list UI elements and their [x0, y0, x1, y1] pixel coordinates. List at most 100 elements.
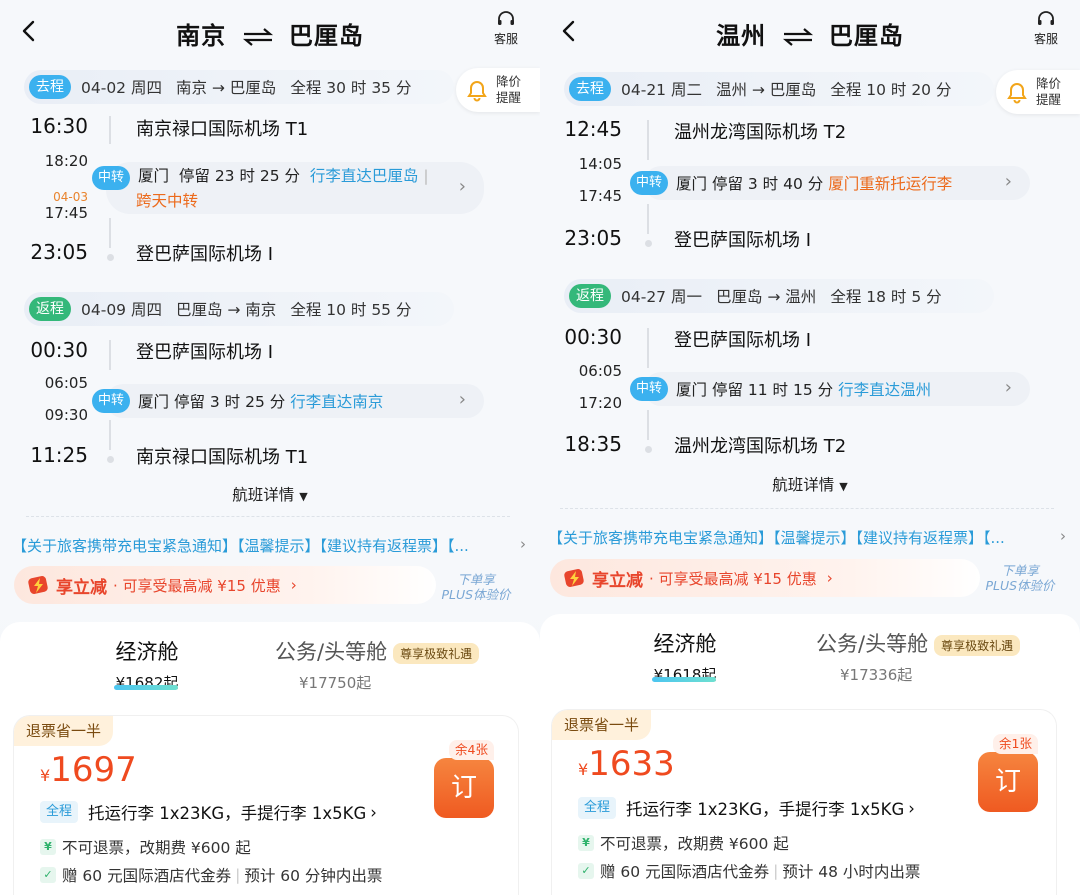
outbound-transfer-row[interactable]: 中转 厦门 停留 23 时 25 分 行李直达巴厘岛 | 跨天中转 ›: [92, 162, 484, 214]
round-trip-arrows-icon: [242, 28, 273, 46]
transfer-note: 厦门重新托运行李: [828, 175, 953, 193]
return-duration: 全程 18 时 5 分: [830, 288, 942, 306]
rule-text: 赠 60 元国际酒店代金券: [600, 863, 770, 881]
book-area: 订 余1张: [978, 734, 1038, 824]
transfer-stay: 停留 3 时 25 分: [173, 393, 286, 411]
yen-icon: ¥: [40, 839, 56, 855]
promo-desc: · 可享受最高减 ¥15 优惠: [649, 569, 817, 588]
luggage-info[interactable]: 全程 托运行李 1x23KG，手提行李 1x5KG ›: [40, 800, 377, 824]
cabin-business-tab[interactable]: 公务/头等舱 尊享极致礼遇 ¥17336起: [816, 628, 1056, 685]
chevron-right-icon: ›: [520, 535, 526, 553]
title-to: 巴厘岛: [828, 22, 904, 50]
route-title: 南京 巴厘岛: [0, 16, 540, 51]
customer-service-button[interactable]: 客服: [1028, 10, 1064, 47]
timeline-dot: [645, 240, 652, 247]
details-label: 航班详情: [232, 486, 295, 504]
outbound-transfer-row[interactable]: 中转 厦门 停留 3 时 40 分 厦门重新托运行李 ›: [630, 166, 1030, 200]
outbound-dep-time: 16:30: [30, 114, 88, 138]
return-tag: 返程: [569, 284, 611, 308]
price-alert-label: 降价 提醒: [496, 74, 522, 105]
active-tab-underline: [652, 677, 716, 682]
plus-price-label: 下单享 PLUS体验价: [985, 563, 1055, 593]
notice-banner[interactable]: 【关于旅客携带充电宝紧急通知】【温馨提示】【建议持有返程票】【... ›: [12, 535, 526, 556]
bell-icon: [467, 81, 487, 102]
discount-bolt-icon: [564, 569, 584, 587]
cabin-name: 经济舱: [115, 640, 179, 664]
outbound-arr-time: 23:05: [30, 240, 88, 264]
transfer-tag: 中转: [92, 165, 131, 190]
itinerary-panel-wenzhou: 温州 巴厘岛 客服 去程 04-21 周二 温州 → 巴厘岛 全程 10 时 2…: [540, 0, 1080, 895]
return-arr-time: 18:35: [564, 432, 622, 456]
flight-details-toggle[interactable]: 航班详情 ▼: [0, 483, 540, 505]
cabin-price: ¥17336起: [840, 666, 913, 684]
notice-banner[interactable]: 【关于旅客携带充电宝紧急通知】【温馨提示】【建议持有返程票】【... ›: [548, 527, 1066, 548]
fare-price: ¥1633: [578, 744, 675, 784]
header: 南京 巴厘岛 客服: [0, 0, 540, 64]
book-button[interactable]: 订: [978, 752, 1038, 812]
luggage-info[interactable]: 全程 托运行李 1x23KG，手提行李 1x5KG ›: [578, 796, 915, 820]
promo-title: 享立减: [592, 570, 643, 591]
book-area: 订 余4张: [434, 740, 494, 830]
timeline: [647, 204, 649, 234]
return-transfer-row[interactable]: 中转 厦门 停留 11 时 15 分 行李直达温州 ›: [630, 372, 1030, 406]
outbound-arr1-time: 14:05: [578, 155, 622, 173]
transfer-city: 厦门: [676, 381, 708, 399]
title-from: 南京: [176, 22, 227, 50]
rule-text: 不可退票，改期费 ¥600 起: [600, 835, 789, 853]
return-dep-time: 00:30: [564, 325, 622, 349]
title-from: 温州: [716, 22, 767, 50]
promo-banner[interactable]: 享立减 · 可享受最高减 ¥15 优惠 ›: [550, 559, 980, 597]
promo-banner[interactable]: 享立减 · 可享受最高减 ¥15 优惠 ›: [14, 566, 436, 604]
remaining-seats: 余4张: [449, 740, 494, 760]
refund-tag: 退票省一半: [552, 710, 652, 740]
outbound-dep-airport: 南京禄口国际机场 T1: [136, 119, 309, 140]
vip-badge: 尊享极致礼遇: [934, 634, 1021, 656]
return-leg-bar: 返程 04-09 周四 巴厘岛 → 南京 全程 10 时 55 分: [24, 292, 454, 326]
luggage-tag: 全程: [578, 797, 617, 819]
price-alert-button[interactable]: 降价 提醒: [456, 68, 540, 112]
outbound-leg-bar: 去程 04-02 周四 南京 → 巴厘岛 全程 30 时 35 分: [24, 70, 454, 104]
transfer-stay: 停留 3 时 40 分: [711, 175, 824, 193]
vip-badge: 尊享极致礼遇: [393, 642, 480, 664]
outbound-duration: 全程 30 时 35 分: [290, 79, 412, 97]
transfer-note: 行李直达温州: [838, 381, 932, 399]
luggage-tag: 全程: [40, 801, 79, 823]
cabin-business-tab[interactable]: 公务/头等舱 尊享极致礼遇 ¥17750起: [275, 636, 505, 693]
rule-text: 不可退票，改期费 ¥600 起: [62, 839, 251, 857]
ticketing-time: 预计 48 小时内出票: [782, 863, 921, 881]
return-arr-time: 11:25: [30, 443, 88, 467]
book-button[interactable]: 订: [434, 758, 494, 818]
return-arr-airport: 南京禄口国际机场 T1: [136, 447, 309, 468]
price-alert-button[interactable]: 降价 提醒: [996, 70, 1080, 114]
refund-tag: 退票省一半: [14, 716, 114, 746]
details-label: 航班详情: [772, 476, 835, 494]
transfer-note: 行李直达巴厘岛: [309, 166, 419, 185]
refund-rule: ¥ 不可退票，改期费 ¥600 起: [40, 836, 251, 858]
luggage-text: 托运行李 1x23KG，手提行李 1x5KG: [626, 800, 905, 819]
voucher-rule: ✓ 赠 60 元国际酒店代金券 | 预计 60 分钟内出票: [40, 864, 382, 886]
cabin-price: ¥17750起: [299, 674, 372, 692]
fare-option: 退票省一半 ¥1697 订 余4张 全程 托运行李 1x23KG，手提行李 1x5…: [14, 716, 518, 895]
promo-desc: · 可享受最高减 ¥15 优惠: [113, 576, 281, 595]
transfer-tag: 中转: [630, 171, 669, 195]
title-to: 巴厘岛: [288, 22, 364, 50]
flight-details-toggle[interactable]: 航班详情 ▼: [540, 473, 1080, 495]
bell-icon: [1007, 83, 1027, 104]
fare-card: 经济舱 ¥1682起 公务/头等舱 尊享极致礼遇 ¥17750起 退票省一半 ¥1…: [0, 622, 540, 895]
return-dep-airport: 登巴萨国际机场 I: [136, 342, 274, 363]
transfer-note: 行李直达南京: [290, 393, 384, 411]
return-dep-airport: 登巴萨国际机场 I: [674, 330, 812, 351]
return-duration: 全程 10 时 55 分: [290, 301, 412, 319]
outbound-route: 南京 → 巴厘岛: [175, 79, 277, 97]
timeline: [647, 328, 649, 368]
discount-bolt-icon: [28, 576, 48, 594]
outbound-dep-airport: 温州龙湾国际机场 T2: [674, 122, 847, 143]
outbound-route: 温州 → 巴厘岛: [715, 81, 817, 99]
customer-service-button[interactable]: 客服: [488, 10, 524, 47]
notice-text: 【关于旅客携带充电宝紧急通知】【温馨提示】【建议持有返程票】【...: [12, 537, 469, 555]
remaining-seats: 余1张: [993, 734, 1038, 754]
return-transfer-row[interactable]: 中转 厦门 停留 3 时 25 分 行李直达南京 ›: [92, 384, 484, 418]
outbound-dep2-date: 04-03: [53, 190, 88, 204]
chevron-right-icon: ›: [1004, 171, 1012, 192]
chevron-right-icon: ›: [908, 798, 915, 818]
